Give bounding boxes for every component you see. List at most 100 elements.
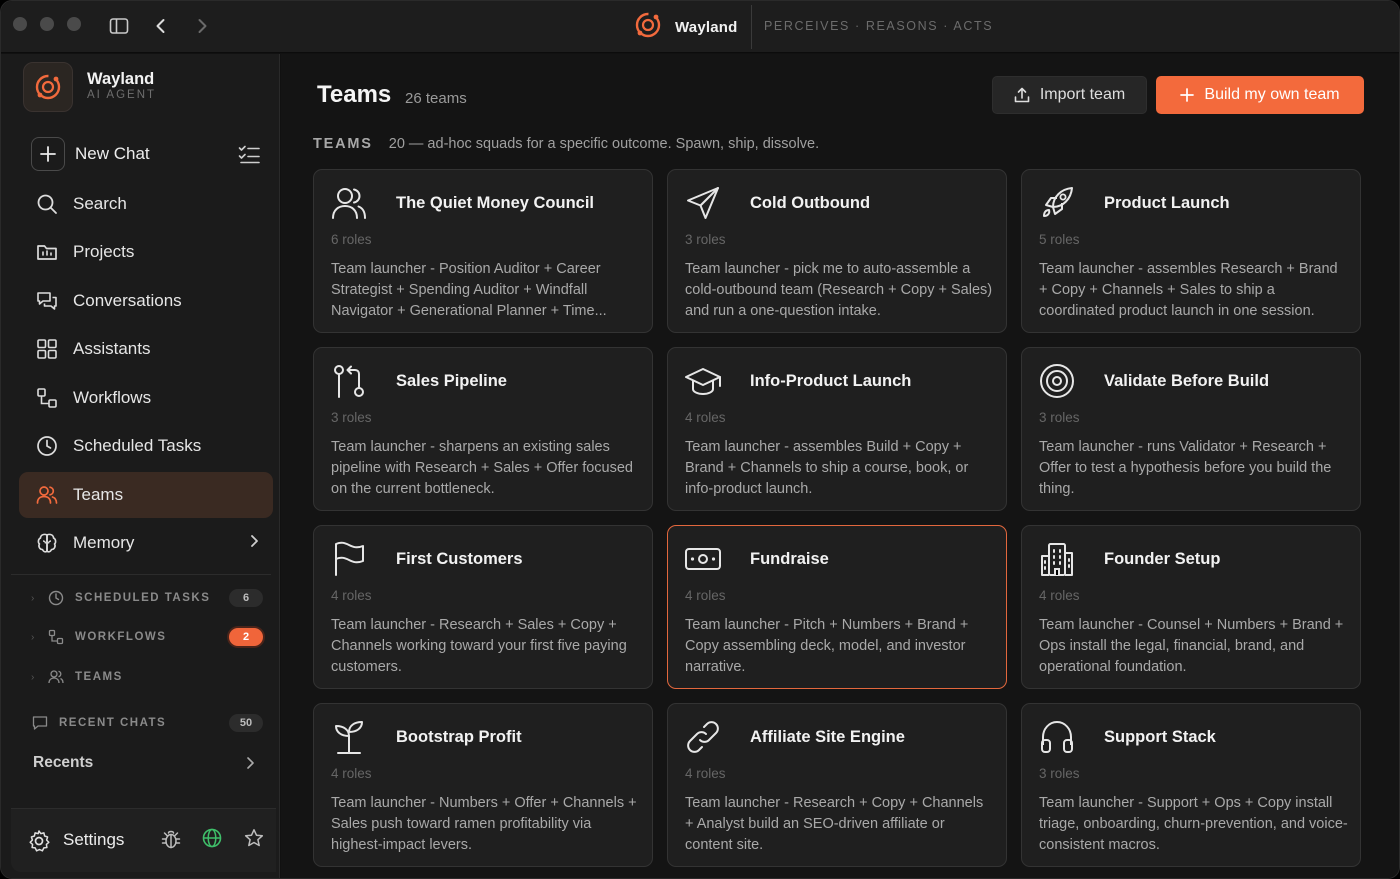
users-icon [47, 668, 65, 686]
section-recent-chats[interactable]: RECENT CHATS 50 [31, 711, 263, 735]
card-roles: 4 roles [331, 766, 372, 781]
sidebar-item-search[interactable]: Search [19, 181, 273, 227]
sidebar-item-scheduled-tasks[interactable]: Scheduled Tasks [19, 423, 273, 469]
maximize-window-button[interactable] [67, 17, 81, 31]
sidebar-item-workflows[interactable]: Workflows [19, 375, 273, 421]
card-title: Affiliate Site Engine [750, 728, 905, 746]
build-team-label: Build my own team [1204, 86, 1340, 103]
brand-divider [751, 5, 752, 49]
team-card[interactable]: Founder Setup 4 roles Team launcher - Co… [1021, 525, 1361, 689]
card-roles: 3 roles [331, 410, 372, 425]
users-icon [35, 483, 59, 507]
brand-name: Wayland [675, 18, 738, 36]
card-title: Founder Setup [1104, 550, 1221, 568]
count-badge: 2 [229, 628, 263, 646]
card-description: Team launcher - Position Auditor + Caree… [331, 261, 607, 319]
headphones-icon [1038, 718, 1076, 756]
sidebar-item-label: Search [73, 194, 127, 213]
workflow-icon [35, 386, 59, 410]
card-description: Team launcher - pick me to auto-assemble… [685, 261, 993, 319]
checklist-icon[interactable] [238, 144, 260, 169]
team-card[interactable]: Affiliate Site Engine 4 roles Team launc… [667, 703, 1007, 867]
sidebar-item-assistants[interactable]: Assistants [19, 326, 273, 372]
team-card[interactable]: First Customers 4 roles Team launcher - … [313, 525, 653, 689]
chevron-right-icon: › [31, 631, 35, 643]
new-chat-button[interactable]: New Chat [31, 136, 266, 172]
recents-row[interactable]: Recents [33, 751, 255, 775]
import-team-button[interactable]: Import team [992, 76, 1147, 114]
build-team-button[interactable]: Build my own team [1156, 76, 1364, 114]
globe-icon[interactable] [202, 828, 222, 853]
team-card[interactable]: Support Stack 3 roles Team launcher - Su… [1021, 703, 1361, 867]
settings-bar: Settings [11, 808, 276, 872]
count-badge: 6 [229, 589, 263, 607]
workflow-icon [47, 628, 65, 646]
minimize-window-button[interactable] [40, 17, 54, 31]
section-header: TEAMS 20 — ad-hoc squads for a specific … [313, 136, 819, 152]
forward-icon[interactable] [191, 15, 213, 37]
rocket-icon [1038, 184, 1076, 222]
chevron-right-icon: › [31, 592, 35, 604]
sidebar-toggle-icon[interactable] [108, 15, 130, 37]
close-window-button[interactable] [13, 17, 27, 31]
brand-logo-icon [633, 10, 663, 45]
card-title: The Quiet Money Council [396, 194, 595, 212]
git-pull-icon [330, 362, 368, 400]
card-title: Sales Pipeline [396, 372, 507, 390]
team-card[interactable]: The Quiet Money Council 6 roles Team lau… [313, 169, 653, 333]
team-card[interactable]: Sales Pipeline 3 roles Team launcher - s… [313, 347, 653, 511]
card-title: Cold Outbound [750, 194, 871, 212]
settings-label[interactable]: Settings [63, 830, 124, 850]
card-roles: 4 roles [685, 766, 726, 781]
brand-tagline: PERCEIVES · REASONS · ACTS [764, 19, 994, 33]
sidebar-item-projects[interactable]: Projects [19, 229, 273, 275]
team-card[interactable]: Validate Before Build 3 roles Team launc… [1021, 347, 1361, 511]
star-icon[interactable] [244, 828, 264, 853]
app-window: Wayland PERCEIVES · REASONS · ACTS Wayla… [0, 0, 1400, 879]
sidebar: Wayland AI AGENT New Chat Search Project… [1, 54, 280, 878]
app-name: Wayland [87, 70, 155, 88]
sidebar-item-label: Scheduled Tasks [73, 436, 202, 455]
team-card[interactable]: Cold Outbound 3 roles Team launcher - pi… [667, 169, 1007, 333]
sidebar-item-teams[interactable]: Teams [19, 472, 273, 518]
section-label: WORKFLOWS [75, 631, 167, 643]
gear-icon[interactable] [27, 829, 51, 858]
team-count: 26 teams [405, 90, 467, 107]
bug-icon[interactable] [161, 828, 181, 855]
card-title: Validate Before Build [1104, 372, 1270, 390]
card-roles: 6 roles [331, 232, 372, 247]
sidebar-item-label: Assistants [73, 339, 151, 358]
clock-icon [35, 434, 59, 458]
back-icon[interactable] [150, 15, 172, 37]
section-workflows[interactable]: › WORKFLOWS 2 [31, 625, 263, 649]
card-description: Team launcher - Counsel + Numbers + Bran… [1039, 617, 1344, 675]
card-roles: 3 roles [1039, 766, 1080, 781]
brand: Wayland [633, 11, 738, 43]
team-card[interactable]: Info-Product Launch 4 roles Team launche… [667, 347, 1007, 511]
team-card[interactable]: Product Launch 5 roles Team launcher - a… [1021, 169, 1361, 333]
card-title: First Customers [396, 550, 523, 568]
chevron-right-icon: › [31, 671, 35, 683]
graduation-cap-icon [684, 362, 722, 400]
team-card-selected[interactable]: Fundraise 4 roles Team launcher - Pitch … [667, 525, 1007, 689]
card-description: Team launcher - sharpens an existing sal… [331, 439, 633, 497]
sidebar-item-label: Teams [73, 485, 124, 504]
sidebar-item-label: Conversations [73, 291, 182, 310]
team-card[interactable]: Bootstrap Profit 4 roles Team launcher -… [313, 703, 653, 867]
sidebar-item-conversations[interactable]: Conversations [19, 278, 273, 324]
plus-icon [1180, 88, 1195, 102]
page-title: Teams [317, 81, 392, 108]
recents-label: Recents [33, 754, 94, 771]
card-title: Bootstrap Profit [396, 728, 522, 746]
app-logo-icon [23, 62, 73, 112]
card-description: Team launcher - Numbers + Offer + Channe… [331, 795, 637, 853]
app-subtitle: AI AGENT [87, 89, 157, 101]
users-icon [330, 184, 368, 222]
section-label: RECENT CHATS [59, 717, 167, 729]
card-roles: 4 roles [331, 588, 372, 603]
sidebar-item-memory[interactable]: Memory [19, 520, 273, 566]
section-teams[interactable]: › TEAMS [31, 665, 263, 689]
chat-icon [31, 714, 49, 732]
target-icon [1038, 362, 1076, 400]
section-scheduled-tasks[interactable]: › SCHEDULED TASKS 6 [31, 586, 263, 610]
